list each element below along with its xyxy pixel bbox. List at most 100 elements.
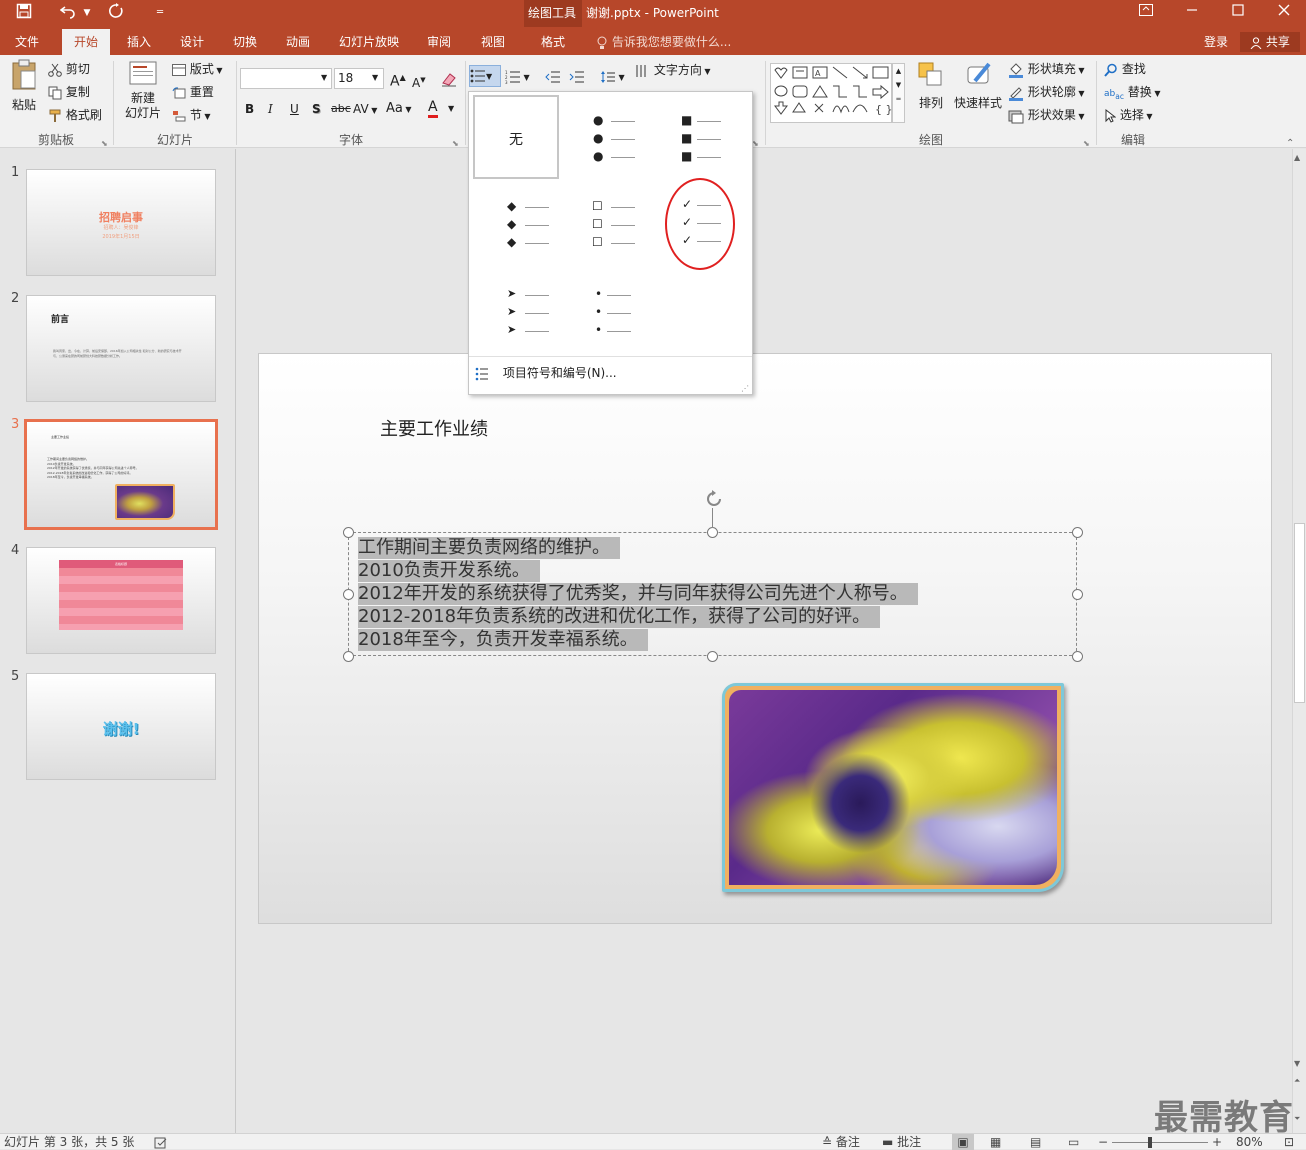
tab-format[interactable]: 格式 <box>530 32 576 52</box>
grow-font-button[interactable]: A▲ <box>390 69 406 91</box>
change-case-button[interactable]: Aa ▼ <box>386 100 412 119</box>
bullets-and-numbering-item[interactable]: 项目符号和编号(N)... <box>475 362 745 384</box>
notes-button[interactable]: ≙ 备注 <box>822 1134 860 1150</box>
sign-in-link[interactable]: 登录 <box>1198 32 1234 52</box>
bullet-option-filled-round[interactable]: ● ● ● <box>561 95 647 179</box>
zoom-in-icon[interactable]: + <box>1212 1134 1222 1150</box>
scrollbar-thumb[interactable] <box>1294 523 1305 703</box>
zoom-level[interactable]: 80% <box>1236 1134 1263 1150</box>
reading-view-icon[interactable]: ▤ <box>1030 1134 1041 1150</box>
close-icon[interactable] <box>1264 2 1304 24</box>
fit-to-window-icon[interactable]: ⊡ <box>1284 1134 1294 1150</box>
resize-handle[interactable] <box>343 527 354 538</box>
italic-button[interactable]: I <box>268 100 273 118</box>
tab-home[interactable]: 开始 <box>62 29 110 55</box>
resize-handle[interactable] <box>707 527 718 538</box>
shape-outline-button[interactable]: 形状轮廓 ▼ <box>1008 83 1085 103</box>
slide-thumbnail-5[interactable]: 谢谢! <box>26 673 216 780</box>
format-painter-button[interactable]: 格式刷 <box>48 106 102 124</box>
shapes-gallery[interactable]: A { } <box>770 63 893 123</box>
zoom-slider-track[interactable] <box>1112 1142 1208 1143</box>
slide-thumbnail-2[interactable]: 前言 我叫周家，出，今在，计算，前后安保部，2016年加入公司相关性 和对公分、… <box>26 295 216 402</box>
tab-design[interactable]: 设计 <box>171 32 213 52</box>
shadow-button[interactable]: S <box>312 100 321 118</box>
maximize-icon[interactable] <box>1218 2 1258 24</box>
minimize-icon[interactable] <box>1172 2 1212 24</box>
new-slide-button[interactable]: 新建 幻灯片 <box>120 59 166 121</box>
reset-button[interactable]: 重置 <box>172 83 214 101</box>
shape-effects-button[interactable]: 形状效果 ▼ <box>1008 106 1085 126</box>
find-button[interactable]: 查找 <box>1104 60 1146 78</box>
tab-view[interactable]: 视图 <box>472 32 514 52</box>
rotate-icon[interactable] <box>703 488 725 513</box>
line-spacing-button[interactable]: ▼ <box>600 67 625 87</box>
resize-handle[interactable] <box>343 589 354 600</box>
menu-resize-grip-icon[interactable]: ⋰ <box>741 384 749 393</box>
resize-handle[interactable] <box>1072 527 1083 538</box>
normal-view-icon[interactable]: ▣ <box>952 1134 974 1150</box>
replace-button[interactable]: abac 替换 ▼ <box>1104 83 1161 106</box>
save-icon[interactable] <box>12 3 36 23</box>
section-button[interactable]: 节 ▼ <box>172 106 211 126</box>
resize-handle[interactable] <box>1072 651 1083 662</box>
shape-fill-button[interactable]: 形状填充 ▼ <box>1008 60 1085 80</box>
text-direction-button[interactable]: 文字方向 ▼ <box>634 61 711 81</box>
font-size-dropdown-icon[interactable]: ▼ <box>372 69 378 87</box>
body-text-line[interactable]: 2010负责开发系统。 <box>358 560 540 582</box>
slide-thumbnail-3[interactable]: 主要工作业绩 工作期间主要负责网络的维护。 2010负责开发系统。 2012年开… <box>24 419 218 530</box>
shrink-font-button[interactable]: A▼ <box>412 71 426 92</box>
layout-button[interactable]: 版式 ▼ <box>172 60 223 80</box>
char-spacing-button[interactable]: AV ▼ <box>353 100 377 120</box>
strikethrough-button[interactable]: abc <box>331 100 351 118</box>
next-slide-icon[interactable]: ⏷ <box>1294 1115 1300 1123</box>
underline-button[interactable]: U <box>290 100 299 118</box>
slide-thumbnail-4[interactable]: 表格标题 <box>26 547 216 654</box>
body-text-line[interactable]: 2012年开发的系统获得了优秀奖，并与同年获得公司先进个人称号。 <box>358 583 918 605</box>
bullet-option-none[interactable]: 无 <box>473 95 559 179</box>
copy-button[interactable]: 复制 <box>48 83 90 101</box>
font-name-dropdown-icon[interactable]: ▼ <box>321 69 327 87</box>
font-color-button[interactable]: A <box>428 99 438 118</box>
shapes-scroll-icon[interactable]: ▲ ▼ ═ <box>892 63 905 123</box>
paste-button[interactable]: 粘贴 <box>8 59 40 114</box>
tab-file[interactable]: 文件 <box>6 32 48 52</box>
scroll-down-icon[interactable]: ▼ <box>1294 1059 1300 1068</box>
body-text-line[interactable]: 2018年至今，负责开发幸福系统。 <box>358 629 648 651</box>
tab-insert[interactable]: 插入 <box>118 32 160 52</box>
bullet-library-menu[interactable]: 无 ● ● ● ■ ■ ■ ◆ ◆ ◆ ☐ ☐ ☐ ✓ ✓ ✓ ➤ ➤ ➤ • … <box>468 91 753 395</box>
body-text-line[interactable]: 工作期间主要负责网络的维护。 <box>358 537 620 559</box>
tab-animations[interactable]: 动画 <box>277 32 319 52</box>
slide-thumbnail-pane[interactable]: 1 招聘启事 招聘人：吴俊锋 2019年1月15日 2 前言 我叫周家，出，今在… <box>0 149 236 1133</box>
arrange-button[interactable]: 排列 <box>912 61 950 112</box>
bullet-option-small-dot[interactable]: • • • <box>561 270 647 354</box>
bullet-option-diamond[interactable]: ◆ ◆ ◆ <box>473 182 559 266</box>
slideshow-icon[interactable]: ▭ <box>1068 1134 1079 1150</box>
slide-thumbnail-1[interactable]: 招聘启事 招聘人：吴俊锋 2019年1月15日 <box>26 169 216 276</box>
tab-transitions[interactable]: 切换 <box>224 32 266 52</box>
vertical-scrollbar[interactable]: ▲ ▼ ⏶ ⏷ <box>1292 149 1306 1133</box>
share-button[interactable]: 共享 <box>1240 32 1300 52</box>
select-button[interactable]: 选择 ▼ <box>1104 106 1153 126</box>
slide-picture[interactable] <box>722 683 1064 892</box>
undo-dropdown-icon[interactable]: ▼ <box>80 3 94 23</box>
resize-handle[interactable] <box>1072 589 1083 600</box>
tab-slideshow[interactable]: 幻灯片放映 <box>333 32 405 52</box>
numbering-button[interactable]: 123 ▼ <box>505 67 530 87</box>
undo-icon[interactable] <box>56 3 80 23</box>
cut-button[interactable]: 剪切 <box>48 60 90 78</box>
redo-icon[interactable] <box>104 3 128 23</box>
bullet-option-hollow-square[interactable]: ☐ ☐ ☐ <box>561 182 647 266</box>
ribbon-display-icon[interactable] <box>1126 2 1166 24</box>
tab-review[interactable]: 审阅 <box>418 32 460 52</box>
customize-icon[interactable]: ═ <box>150 3 170 23</box>
font-color-dropdown-icon[interactable]: ▼ <box>448 100 454 118</box>
zoom-slider-thumb[interactable] <box>1148 1137 1152 1148</box>
font-name-select[interactable] <box>240 68 332 89</box>
previous-slide-icon[interactable]: ⏶ <box>1294 1077 1300 1085</box>
zoom-out-icon[interactable]: − <box>1098 1134 1108 1150</box>
increase-indent-icon[interactable] <box>569 67 585 85</box>
spell-check-icon[interactable] <box>154 1134 168 1150</box>
body-text-line[interactable]: 2012-2018年负责系统的改进和优化工作，获得了公司的好评。 <box>358 606 881 628</box>
quick-styles-button[interactable]: 快速样式 <box>952 61 1004 112</box>
decrease-indent-icon[interactable] <box>545 67 561 85</box>
